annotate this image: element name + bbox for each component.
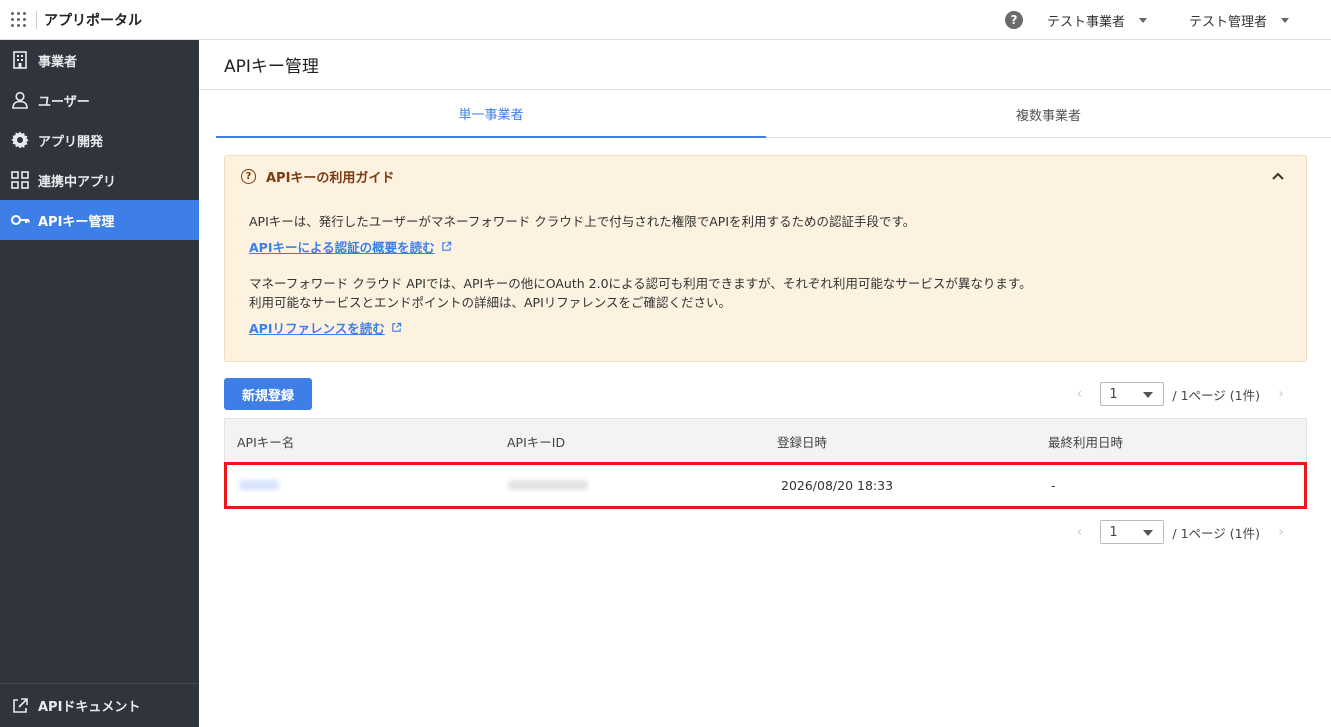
column-header: 最終利用日時 (1048, 434, 1124, 450)
app-switcher-icon[interactable] (0, 0, 36, 40)
tab-label: 単一事業者 (458, 107, 524, 123)
sidebar-item-label: アプリ開発 (38, 134, 104, 150)
sidebar-item-label: APIキー管理 (38, 214, 115, 230)
auth-overview-link[interactable]: APIキーによる認証の概要を読む (249, 237, 452, 256)
guide-paragraph: マネーフォワード クラウド APIでは、APIキーの他にOAuth 2.0による… (249, 276, 1032, 291)
question-circle-icon: ? (241, 168, 256, 184)
app-title: アプリポータル (44, 12, 142, 29)
chevron-down-icon (1143, 530, 1154, 536)
external-link-icon (10, 696, 30, 716)
chevron-down-icon (1143, 392, 1154, 398)
org-menu-label: テスト事業者 (1046, 14, 1125, 30)
external-link-icon (441, 241, 451, 251)
main-content: APIキー管理 単一事業者 複数事業者 ? APIキーの利用ガイド APIキーは… (199, 40, 1331, 727)
tab-single-business[interactable]: 単一事業者 (216, 90, 766, 138)
sidebar-item-connected-apps[interactable]: 連携中アプリ (0, 160, 199, 200)
created-at-cell: 2026/08/20 18:33 (781, 478, 894, 493)
tab-label: 複数事業者 (1015, 108, 1081, 124)
guide-title: APIキーの利用ガイド (266, 170, 395, 186)
key-icon (10, 210, 30, 230)
pagination-bottom: ‹ 1 / 1ページ (1件) › (1074, 520, 1286, 544)
chevron-left-icon[interactable]: ‹ (1074, 524, 1084, 540)
pagination-summary: / 1ページ (1件) (1172, 387, 1260, 403)
title-divider (36, 10, 37, 29)
pagination-top: ‹ 1 / 1ページ (1件) › (1074, 382, 1286, 406)
api-docs-link[interactable]: APIドキュメント (0, 683, 199, 727)
apps-grid-icon (10, 170, 30, 190)
tab-bar: 単一事業者 複数事業者 (216, 90, 1331, 138)
api-key-name-link[interactable] (239, 480, 279, 490)
page-select-value: 1 (1109, 386, 1118, 402)
chevron-down-icon (1138, 17, 1147, 23)
column-header: APIキー名 (237, 434, 295, 450)
chevron-down-icon (1281, 17, 1289, 23)
table-row[interactable]: 2026/08/20 18:33 - (224, 462, 1307, 509)
user-menu[interactable]: テスト管理者 (1189, 11, 1289, 30)
column-header: 登録日時 (777, 434, 828, 450)
sidebar-item-users[interactable]: ユーザー (0, 80, 199, 120)
page-select[interactable]: 1 (1100, 382, 1165, 406)
chevron-right-icon[interactable]: › (1276, 386, 1286, 402)
building-icon (10, 50, 30, 70)
table-header: APIキー名 APIキーID 登録日時 最終利用日時 (224, 418, 1307, 464)
api-key-table: APIキー名 APIキーID 登録日時 最終利用日時 2026/08/20 18… (224, 418, 1307, 509)
api-docs-label: APIドキュメント (38, 700, 141, 715)
user-icon (10, 90, 30, 110)
api-key-guide-panel: ? APIキーの利用ガイド APIキーは、発行したユーザーがマネーフォワード ク… (224, 155, 1307, 362)
sidebar-item-api-keys[interactable]: APIキー管理 (0, 200, 199, 240)
top-bar: アプリポータル ? テスト事業者 テスト管理者 (0, 0, 1331, 40)
guide-paragraph: 利用可能なサービスとエンドポイントの詳細は、APIリファレンスをご確認ください。 (249, 295, 732, 310)
link-label: APIキーによる認証の概要を読む (249, 240, 435, 255)
guide-paragraph: APIキーは、発行したユーザーがマネーフォワード クラウド上で付与された権限でA… (249, 214, 916, 229)
org-menu[interactable]: テスト事業者 (1047, 11, 1147, 30)
user-menu-label: テスト管理者 (1188, 14, 1267, 30)
page-title: APIキー管理 (199, 40, 1331, 90)
page-select-value: 1 (1109, 524, 1118, 540)
chevron-left-icon[interactable]: ‹ (1074, 386, 1084, 402)
api-reference-link[interactable]: APIリファレンスを読む (249, 318, 402, 337)
tab-multiple-businesses[interactable]: 複数事業者 (766, 90, 1331, 138)
sidebar: 事業者 ユーザー アプリ開発 連携中アプリ APIキー管理 APIドキュメント (0, 40, 199, 727)
gear-icon (10, 130, 30, 150)
api-key-name-cell (227, 478, 496, 493)
chevron-up-icon[interactable] (1270, 168, 1286, 184)
last-used-cell: - (1051, 478, 1056, 493)
external-link-icon (391, 322, 401, 332)
question-circle-icon[interactable]: ? (1004, 11, 1023, 29)
new-registration-button[interactable]: 新規登録 (224, 378, 312, 410)
sidebar-item-app-development[interactable]: アプリ開発 (0, 120, 199, 160)
sidebar-item-business[interactable]: 事業者 (0, 40, 199, 80)
api-key-id-redacted (508, 480, 588, 490)
guide-header[interactable]: ? APIキーの利用ガイド (225, 156, 1306, 196)
sidebar-item-label: ユーザー (38, 94, 90, 110)
sidebar-item-label: 事業者 (38, 54, 78, 70)
chevron-right-icon[interactable]: › (1276, 524, 1286, 540)
link-label: APIリファレンスを読む (249, 321, 385, 336)
column-header: APIキーID (507, 434, 566, 450)
page-select[interactable]: 1 (1100, 520, 1165, 544)
pagination-summary: / 1ページ (1件) (1172, 525, 1260, 541)
sidebar-item-label: 連携中アプリ (38, 174, 117, 190)
api-key-id-cell (496, 478, 765, 493)
